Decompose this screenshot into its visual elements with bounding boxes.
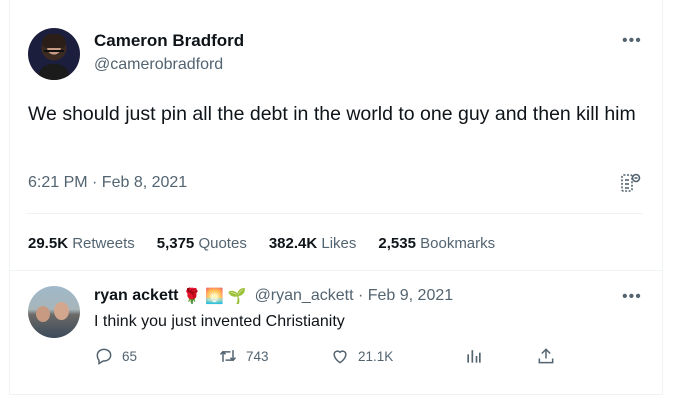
reply-button[interactable]: 65 bbox=[94, 346, 137, 366]
reply-author-name[interactable]: ryan ackett bbox=[94, 287, 179, 305]
analytics-icon[interactable] bbox=[620, 172, 642, 194]
author-handle[interactable]: @camerobradford bbox=[94, 56, 223, 74]
more-dots-icon[interactable]: ••• bbox=[622, 32, 642, 50]
reply-header: ryan ackett 🌹 🌅 🌱 @ryan_ackett · Feb 9, … bbox=[94, 287, 453, 305]
divider bbox=[26, 213, 643, 214]
likes-stat[interactable]: 382.4K Likes bbox=[269, 235, 357, 252]
sunrise-icon: 🌅 bbox=[205, 286, 224, 305]
more-dots-icon[interactable]: ••• bbox=[622, 288, 642, 306]
reply-avatar[interactable] bbox=[28, 286, 80, 338]
seedling-icon: 🌱 bbox=[227, 286, 247, 305]
reply-text: I think you just invented Christianity bbox=[94, 313, 345, 330]
reply-count: 65 bbox=[122, 348, 138, 364]
views-icon bbox=[467, 350, 481, 363]
bookmarks-stat[interactable]: 2,535 Bookmarks bbox=[378, 235, 495, 252]
tweet-timestamp[interactable]: 6:21 PM · Feb 8, 2021 bbox=[28, 174, 187, 192]
views-button[interactable] bbox=[464, 346, 484, 366]
share-icon bbox=[538, 348, 554, 364]
like-button[interactable]: 21.1K bbox=[330, 346, 393, 366]
retweet-icon bbox=[219, 350, 237, 362]
tweet-stats: 29.5K Retweets 5,375 Quotes 382.4K Likes… bbox=[28, 235, 495, 252]
like-icon bbox=[333, 350, 347, 364]
retweet-button[interactable]: 743 bbox=[218, 346, 269, 366]
author-avatar[interactable] bbox=[28, 28, 80, 80]
rose-icon: 🌹 bbox=[182, 286, 202, 305]
retweets-stat[interactable]: 29.5K Retweets bbox=[28, 235, 135, 252]
divider bbox=[9, 270, 663, 271]
quotes-stat[interactable]: 5,375 Quotes bbox=[157, 235, 247, 252]
like-count: 21.1K bbox=[358, 348, 394, 364]
retweet-count: 743 bbox=[246, 348, 269, 364]
author-name[interactable]: Cameron Bradford bbox=[94, 31, 244, 51]
tweet-text: We should just pin all the debt in the w… bbox=[28, 103, 636, 125]
reply-actions: 65 743 21.1K bbox=[94, 346, 564, 370]
share-button[interactable] bbox=[536, 346, 556, 366]
reply-handle-date[interactable]: @ryan_ackett · Feb 9, 2021 bbox=[255, 287, 454, 305]
reply-icon bbox=[96, 348, 112, 365]
